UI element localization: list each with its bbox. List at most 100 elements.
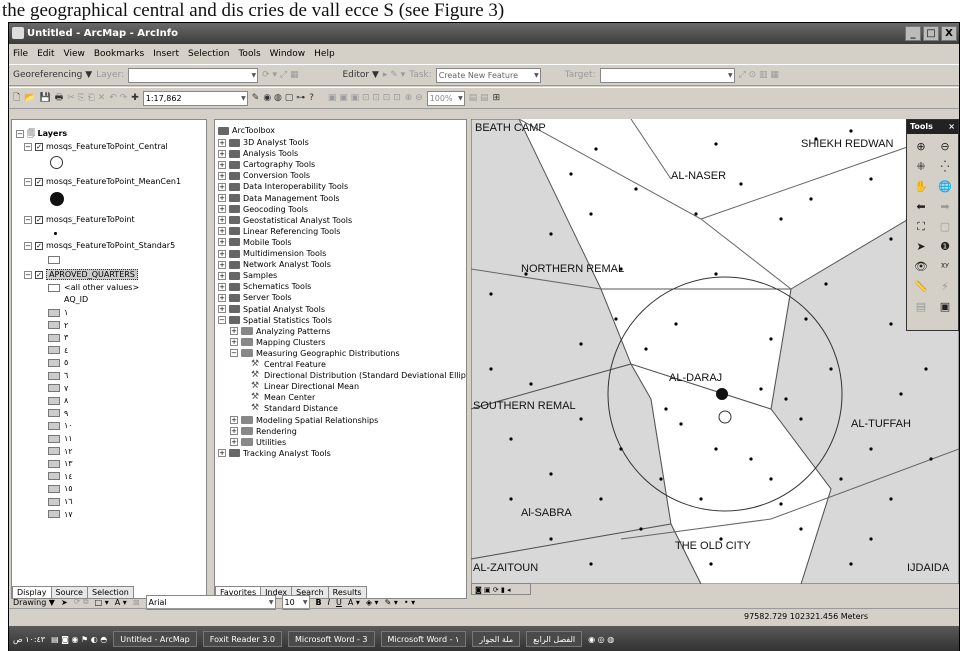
expand-toggle[interactable]: +: [218, 216, 226, 225]
rotate-icon[interactable]: ⟳ ▾ ⤢ ▦: [262, 70, 298, 80]
expand-toggle[interactable]: +: [218, 305, 226, 313]
toolset-item[interactable]: + Analyzing Patterns: [230, 327, 330, 336]
target-dropdown[interactable]: [599, 67, 735, 83]
hyperlink-icon[interactable]: ⚡: [934, 278, 956, 295]
toc-layer-standard-distance[interactable]: − ✓ mosqs_FeatureToPoint_Standar5: [24, 241, 175, 250]
measure-icon[interactable]: 📏: [910, 278, 932, 295]
map-canvas[interactable]: BEATH CAMP SHIEKH REDWAN AL-NASER NORTHE…: [471, 119, 959, 584]
toolbox-icon[interactable]: ⊞: [493, 93, 501, 103]
pan-icon[interactable]: ✋: [910, 178, 932, 195]
select-features-icon[interactable]: ⛶: [910, 218, 932, 235]
toc-layer-central[interactable]: − ✓ mosqs_FeatureToPoint_Central: [24, 142, 168, 151]
georeferencing-menu[interactable]: Georeferencing ▼: [13, 70, 92, 80]
menu-bookmarks[interactable]: Bookmarks: [94, 46, 144, 62]
editor-menu[interactable]: Editor ▼: [342, 70, 378, 80]
expand-toggle[interactable]: +: [218, 194, 226, 202]
menu-window[interactable]: Window: [270, 46, 306, 62]
expand-toggle[interactable]: +: [230, 427, 238, 436]
toolbox-item[interactable]: + Geostatistical Analyst Tools: [218, 216, 352, 225]
expand-toggle[interactable]: +: [218, 227, 226, 236]
underline-button[interactable]: U: [336, 598, 342, 607]
expand-toggle[interactable]: +: [218, 171, 226, 180]
bold-button[interactable]: B: [316, 598, 322, 607]
minimize-button[interactable]: _: [905, 26, 921, 41]
toolbox-item[interactable]: +3D Analyst Tools: [218, 138, 309, 147]
expand-toggle[interactable]: +: [218, 271, 226, 280]
expand-toggle[interactable]: +: [218, 149, 226, 158]
clear-selection-icon[interactable]: ▢: [934, 218, 956, 235]
text-icon[interactable]: A ▾: [115, 598, 127, 607]
toolbox-item[interactable]: + Cartography Tools: [218, 160, 315, 169]
select-elements-icon[interactable]: ➤: [910, 238, 932, 255]
whats-this-icon[interactable]: ?: [309, 93, 314, 103]
select-elements-icon[interactable]: ➤: [61, 598, 68, 607]
save-icon[interactable]: 💾: [39, 93, 50, 103]
expand-toggle[interactable]: +: [218, 449, 226, 458]
tools-close-button[interactable]: ×: [948, 120, 958, 134]
toolset-item[interactable]: − Measuring Geographic Distributions: [230, 349, 400, 358]
tool-item[interactable]: ⚒ Directional Distribution (Standard Devi…: [251, 371, 466, 381]
sketch-tools-icon[interactable]: ⤢ ⊙ ▥ ▦: [739, 70, 779, 80]
task-arcmap[interactable]: Untitled - ArcMap: [113, 631, 197, 647]
italic-button[interactable]: I: [328, 598, 330, 607]
expand-toggle[interactable]: +: [218, 293, 226, 302]
toolbox-item[interactable]: + Network Analyst Tools: [218, 260, 331, 269]
back-arrow-icon[interactable]: ⬅: [910, 198, 932, 215]
toolbox-item[interactable]: + Samples: [218, 271, 277, 280]
layer-dropdown[interactable]: [128, 67, 259, 83]
expand-toggle[interactable]: +: [230, 338, 238, 347]
font-color-icon[interactable]: A ▾: [348, 598, 360, 607]
toolbox-item[interactable]: + Spatial Analyst Tools: [218, 305, 325, 314]
find-icon[interactable]: 👁: [910, 258, 932, 275]
rotate-icon[interactable]: ⟳ ⧉: [74, 597, 89, 607]
add-data-icon[interactable]: ✚: [131, 93, 139, 103]
toolset-item[interactable]: + Modeling Spatial Relationships: [230, 416, 378, 425]
fill-color-icon[interactable]: ◈ ▾: [366, 598, 379, 607]
mean-center-symbol[interactable]: [716, 388, 728, 400]
layer-visibility-checkbox[interactable]: ✓: [35, 270, 43, 279]
html-popup-icon[interactable]: ▤: [910, 298, 932, 315]
expand-toggle[interactable]: +: [218, 138, 226, 147]
zoom-in-icon[interactable]: ⊕: [910, 138, 932, 155]
menu-edit[interactable]: Edit: [37, 46, 54, 62]
toolbox-item[interactable]: − Spatial Statistics Tools: [218, 316, 332, 325]
layer-visibility-checkbox[interactable]: ✓: [35, 142, 43, 151]
start-icons[interactable]: ◉ ◎ ◍: [588, 635, 614, 644]
map-display[interactable]: BEATH CAMP SHIEKH REDWAN AL-NASER NORTHE…: [471, 119, 959, 584]
tool-item[interactable]: ⚒ Standard Distance: [251, 404, 338, 414]
tray-icons[interactable]: ▤ ◙ ◉ ⚑ ◐ ◓: [51, 635, 107, 644]
expand-toggle[interactable]: −: [218, 316, 226, 325]
menu-help[interactable]: Help: [314, 46, 335, 62]
expand-toggle[interactable]: +: [230, 327, 238, 336]
identify-icon[interactable]: ❶: [934, 238, 956, 255]
menu-view[interactable]: View: [64, 46, 85, 62]
maximize-button[interactable]: □: [923, 26, 939, 41]
toolset-item[interactable]: + Rendering: [230, 427, 297, 436]
collapse-layers-toggle[interactable]: −: [16, 129, 24, 138]
layers-root[interactable]: Layers: [38, 129, 68, 138]
toolset-item[interactable]: + Utilities: [230, 438, 286, 447]
arctoolbox-root[interactable]: ArcToolbox: [218, 126, 275, 135]
toolbox-item[interactable]: + Multidimension Tools: [218, 249, 326, 258]
layout-tools-icons[interactable]: ▣ ▣ ▣ ⊡ ⊡ ⊡ ⊡: [328, 93, 401, 103]
expand-toggle[interactable]: +: [218, 260, 226, 269]
toolbox-item[interactable]: + Tracking Analyst Tools: [218, 449, 331, 458]
time-slider-icon[interactable]: ▣: [934, 298, 956, 315]
expand-toggle[interactable]: +: [218, 160, 226, 169]
toolbox-item[interactable]: + Mobile Tools: [218, 238, 292, 247]
expand-toggle[interactable]: +: [218, 205, 226, 214]
full-extent-icon[interactable]: 🌐: [934, 178, 956, 195]
menu-tools[interactable]: Tools: [238, 46, 260, 62]
task-folder-2[interactable]: الفصل الرابع: [526, 631, 583, 647]
toc-layer-points[interactable]: − ✓ mosqs_FeatureToPoint: [24, 215, 135, 224]
zoom-layout-icons[interactable]: ⊕ ⊖: [405, 93, 423, 103]
layout-page-icons[interactable]: ▤ ▤: [469, 93, 489, 103]
layout-zoom-dropdown[interactable]: 100%: [426, 90, 465, 106]
tool-item[interactable]: ⚒ Central Feature: [251, 360, 326, 370]
expand-toggle[interactable]: +: [218, 238, 226, 247]
editor-toolbar-icon[interactable]: ✎: [252, 93, 260, 103]
toolbox-item[interactable]: + Geocoding Tools: [218, 205, 308, 214]
cut-copy-paste-icons[interactable]: ✂ ⎘ ⎗ ✕: [67, 93, 105, 103]
expand-toggle[interactable]: +: [218, 182, 226, 191]
layer-visibility-checkbox[interactable]: ✓: [35, 241, 43, 250]
